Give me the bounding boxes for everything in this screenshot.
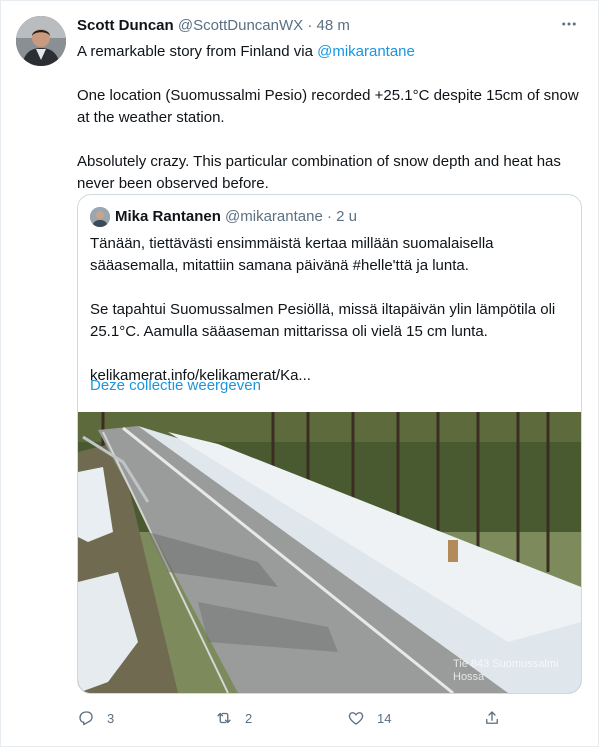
mention-link[interactable]: @mikarantane (317, 43, 415, 60)
quoted-paragraph-1: Tänään, tiettävästi ensimmäistä kertaa m… (90, 235, 494, 274)
tweet-text: A remarkable story from Finland via @mik… (77, 41, 582, 217)
image-watermark-line1: Tie 843 Suomussalmi (453, 658, 558, 670)
separator: · (307, 17, 313, 34)
tweet-paragraph-1: A remarkable story from Finland via @mik… (77, 41, 582, 63)
retweet-icon (217, 712, 231, 724)
reply-button[interactable]: 3 (77, 705, 114, 731)
more-dots-icon[interactable] (558, 15, 580, 37)
quoted-author-handle[interactable]: @mikarantane (225, 208, 323, 225)
timestamp[interactable]: 48 m (316, 17, 349, 34)
tweet-text-prefix: A remarkable story from Finland via (77, 43, 318, 60)
road-photo[interactable]: Tie 843 Suomussalmi Hossa (78, 412, 581, 693)
tweet-paragraph-2: One location (Suomussalmi Pesio) recorde… (77, 87, 579, 126)
reply-count: 3 (107, 710, 115, 726)
retweet-count: 2 (245, 710, 253, 726)
like-count: 14 (377, 710, 392, 726)
share-button[interactable] (483, 705, 513, 731)
author-name[interactable]: Scott Duncan (77, 17, 174, 34)
image-watermark-line2: Hossa (453, 671, 485, 683)
retweet-button[interactable]: 2 (215, 705, 252, 731)
share-icon (486, 711, 498, 724)
author-handle[interactable]: @ScottDuncanWX (178, 17, 303, 34)
tweet-header: Scott Duncan @ScottDuncanWX · 48 m (77, 15, 350, 37)
quoted-timestamp[interactable]: 2 u (336, 208, 357, 225)
tweet-card[interactable]: Scott Duncan @ScottDuncanWX · 48 m A rem… (0, 0, 599, 747)
action-bar: 3 2 14 (77, 705, 582, 731)
quoted-separator: · (326, 208, 332, 225)
show-collection-link[interactable]: Deze collectie weergeven (90, 375, 261, 397)
like-button[interactable]: 14 (347, 705, 391, 731)
quoted-header: Mika Rantanen @mikarantane · 2 u (115, 206, 357, 228)
quoted-author-name[interactable]: Mika Rantanen (115, 208, 221, 225)
avatar[interactable] (16, 16, 66, 66)
tweet-paragraph-3: Absolutely crazy. This particular combin… (77, 153, 561, 192)
reply-icon (79, 711, 93, 726)
quoted-tweet[interactable]: Mika Rantanen @mikarantane · 2 u Tänään,… (77, 194, 582, 694)
quoted-paragraph-2: Se tapahtui Suomussalmen Pesiöllä, missä… (90, 301, 556, 340)
like-icon (348, 712, 364, 725)
quoted-avatar[interactable] (90, 207, 110, 227)
